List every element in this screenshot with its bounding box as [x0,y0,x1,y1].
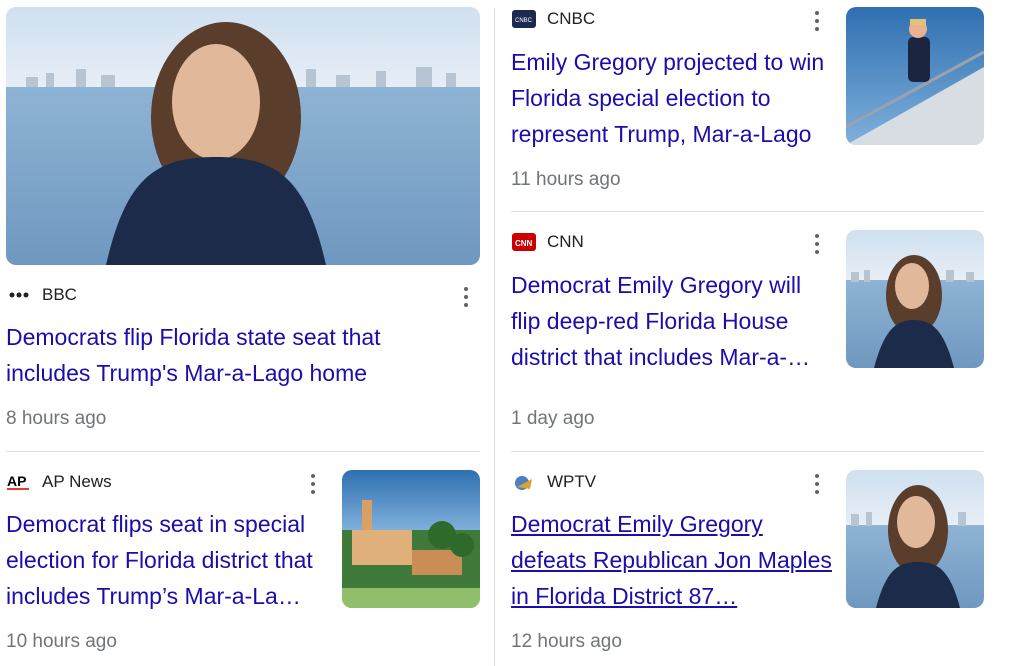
source-name: CNN [547,232,584,251]
article-title[interactable]: Democrats flip Florida state seat that i… [6,319,446,391]
svg-text:AP: AP [7,473,26,489]
ap-logo-icon: AP [6,473,32,491]
article-time: 8 hours ago [6,408,107,429]
article-image[interactable] [846,230,984,368]
article-image[interactable] [846,7,984,145]
article-title[interactable]: Democrat flips seat in special election … [6,506,332,614]
more-options-icon[interactable] [812,474,822,494]
more-options-icon[interactable] [812,11,822,31]
article-source: BBC [6,285,306,305]
ellipsis-logo-icon [6,286,32,304]
source-name: CNBC [547,9,596,28]
article-source: WPTV [511,472,791,492]
article-title[interactable]: Democrat Emily Gregory will flip deep-re… [511,267,833,375]
article-source: AP AP News [6,472,286,492]
article-source: CNBC CNBC [511,9,791,29]
source-name: BBC [42,285,77,304]
row-divider [6,451,480,452]
article-image[interactable] [6,7,480,265]
wptv-logo-icon [511,473,537,491]
more-options-icon[interactable] [812,234,822,254]
cnbc-logo-icon: CNBC [511,10,537,28]
article-image[interactable] [342,470,480,608]
article-time: 1 day ago [511,408,595,429]
row-divider [511,211,984,212]
article-time: 12 hours ago [511,631,622,652]
more-options-icon[interactable] [308,474,318,494]
article-title[interactable]: Democrat Emily Gregory defeats Republica… [511,506,833,614]
svg-text:CNBC: CNBC [515,18,533,24]
article-title[interactable]: Emily Gregory projected to win Florida s… [511,44,835,152]
source-name: WPTV [547,472,597,491]
source-name: AP News [42,472,112,491]
cnn-logo-icon: CNN [511,233,537,251]
article-time: 10 hours ago [6,631,117,652]
column-divider [494,8,495,666]
svg-text:CNN: CNN [515,239,533,248]
article-image[interactable] [846,470,984,608]
more-options-icon[interactable] [461,287,471,307]
row-divider [511,451,984,452]
article-source: CNN CNN [511,232,791,252]
article-time: 11 hours ago [511,169,621,190]
